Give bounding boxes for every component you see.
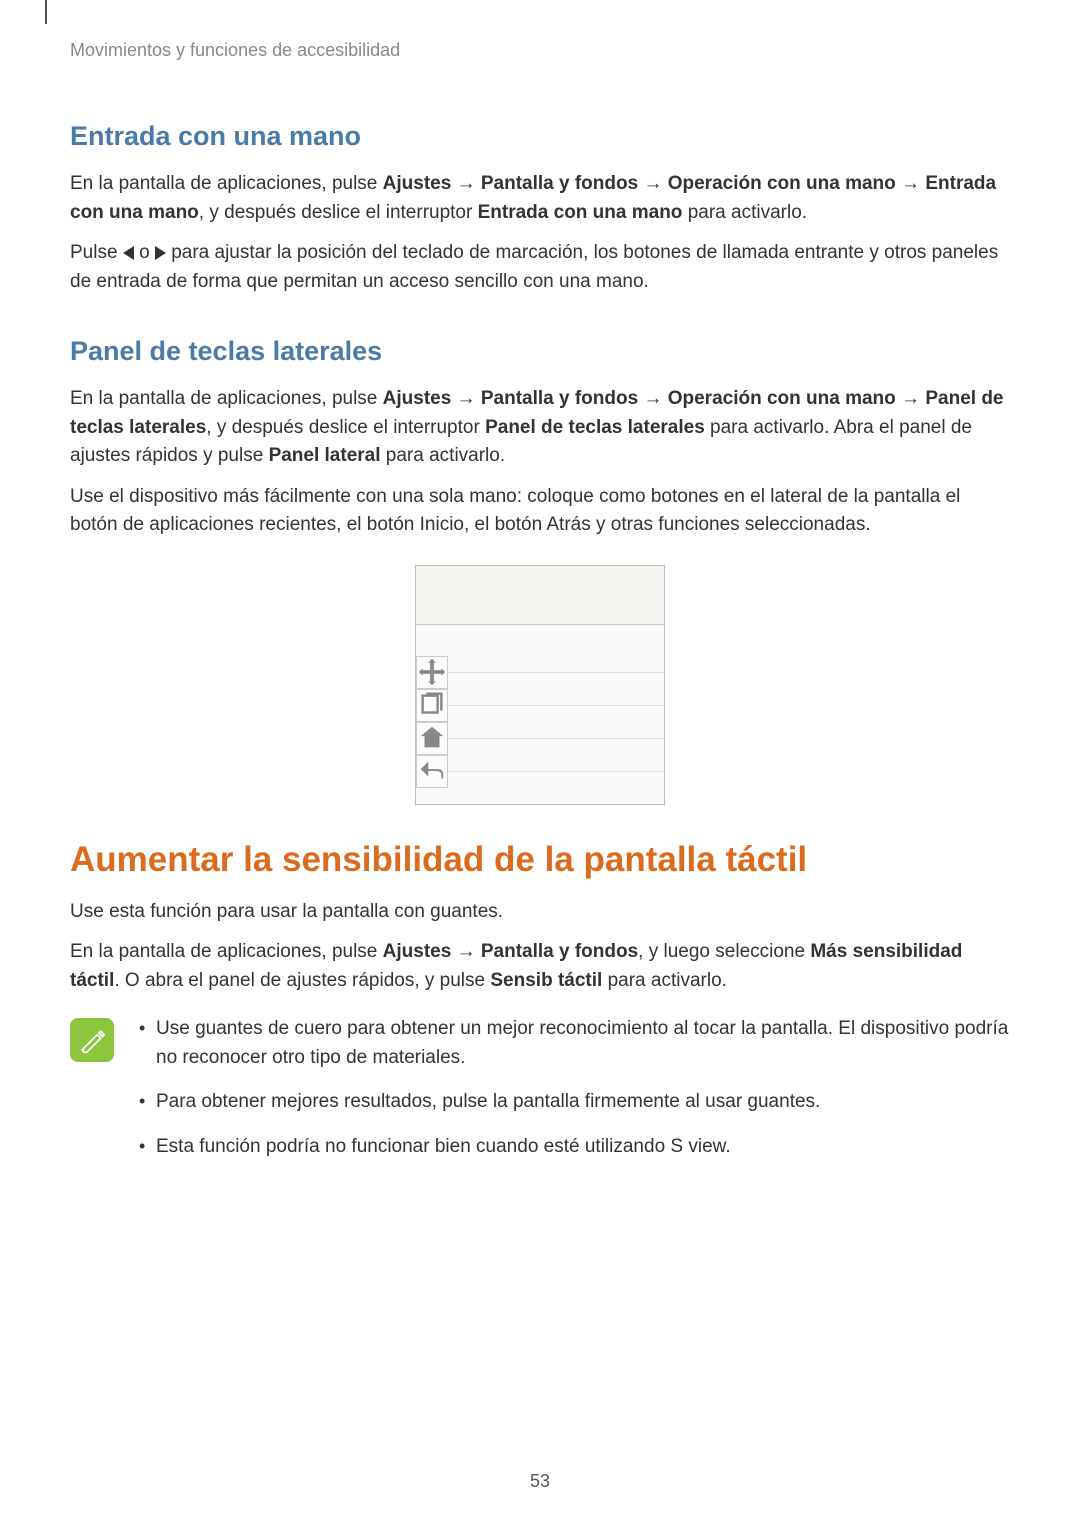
move-panel-icon: [417, 657, 447, 687]
text: o: [134, 242, 155, 263]
text: para activarlo.: [682, 202, 807, 223]
text-bold: Entrada con una mano: [478, 202, 683, 223]
text: →: [896, 173, 926, 194]
list-item: Para obtener mejores resultados, pulse l…: [134, 1088, 1010, 1117]
text: Pulse: [70, 242, 123, 263]
text-bold: Panel lateral: [269, 445, 381, 466]
paragraph: En la pantalla de aplicaciones, pulse Aj…: [70, 385, 1010, 471]
home-button-icon: [417, 723, 447, 753]
divider: [448, 771, 664, 772]
back-button-icon: [417, 756, 447, 786]
note-block: Use guantes de cuero para obtener un mej…: [70, 1015, 1010, 1177]
text: , y luego seleccione: [638, 941, 810, 962]
text: , y después deslice el interruptor: [199, 202, 478, 223]
text: →: [896, 388, 926, 409]
back-icon: [416, 755, 448, 788]
page-crop-mark: [45, 0, 47, 24]
divider: [448, 738, 664, 739]
paragraph: En la pantalla de aplicaciones, pulse Aj…: [70, 170, 1010, 227]
text-bold: Sensib táctil: [490, 970, 602, 991]
arrow-left-icon: [123, 246, 134, 260]
text-bold: Operación con una mano: [668, 388, 896, 409]
text: →: [638, 173, 668, 194]
text: En la pantalla de aplicaciones, pulse: [70, 941, 383, 962]
text-bold: Panel de teclas laterales: [485, 417, 705, 438]
text: para activarlo.: [381, 445, 506, 466]
text-bold: Ajustes: [383, 173, 452, 194]
home-icon: [416, 722, 448, 755]
text: →: [451, 173, 481, 194]
text-bold: Pantalla y fondos: [481, 173, 638, 194]
text: . O abra el panel de ajustes rápidos, y …: [114, 970, 490, 991]
paragraph: Use el dispositivo más fácilmente con un…: [70, 483, 1010, 540]
page-content: Movimientos y funciones de accesibilidad…: [0, 0, 1080, 1177]
text: →: [451, 941, 481, 962]
text-bold: Pantalla y fondos: [481, 388, 638, 409]
note-icon: [70, 1018, 114, 1062]
list-item: Esta función podría no funcionar bien cu…: [134, 1133, 1010, 1162]
main-heading-sensibilidad: Aumentar la sensibilidad de la pantalla …: [70, 840, 1010, 880]
text: En la pantalla de aplicaciones, pulse: [70, 388, 383, 409]
device-illustration: [415, 565, 665, 805]
move-icon: [416, 656, 448, 689]
text: para activarlo.: [602, 970, 727, 991]
paragraph: Pulse o para ajustar la posición del tec…: [70, 239, 1010, 296]
text-bold: Pantalla y fondos: [481, 941, 638, 962]
page-number: 53: [0, 1471, 1080, 1492]
side-key-panel: [416, 656, 448, 788]
paragraph: Use esta función para usar la pantalla c…: [70, 898, 1010, 927]
text-bold: Ajustes: [383, 941, 452, 962]
text: para ajustar la posición del teclado de …: [70, 242, 998, 292]
text: →: [451, 388, 481, 409]
text: →: [638, 388, 668, 409]
section-heading-panel: Panel de teclas laterales: [70, 336, 1010, 367]
note-list: Use guantes de cuero para obtener un mej…: [134, 1015, 1010, 1177]
text: , y después deslice el interruptor: [206, 417, 485, 438]
pen-note-icon: [78, 1026, 106, 1054]
text-bold: Ajustes: [383, 388, 452, 409]
section-heading-entrada: Entrada con una mano: [70, 121, 1010, 152]
divider: [448, 705, 664, 706]
divider: [448, 672, 664, 673]
paragraph: En la pantalla de aplicaciones, pulse Aj…: [70, 938, 1010, 995]
list-item: Use guantes de cuero para obtener un mej…: [134, 1015, 1010, 1072]
recents-icon: [416, 689, 448, 722]
arrow-right-icon: [155, 246, 166, 260]
text: En la pantalla de aplicaciones, pulse: [70, 173, 383, 194]
breadcrumb: Movimientos y funciones de accesibilidad: [70, 40, 1010, 61]
text-bold: Operación con una mano: [668, 173, 896, 194]
recent-apps-icon: [417, 690, 447, 720]
